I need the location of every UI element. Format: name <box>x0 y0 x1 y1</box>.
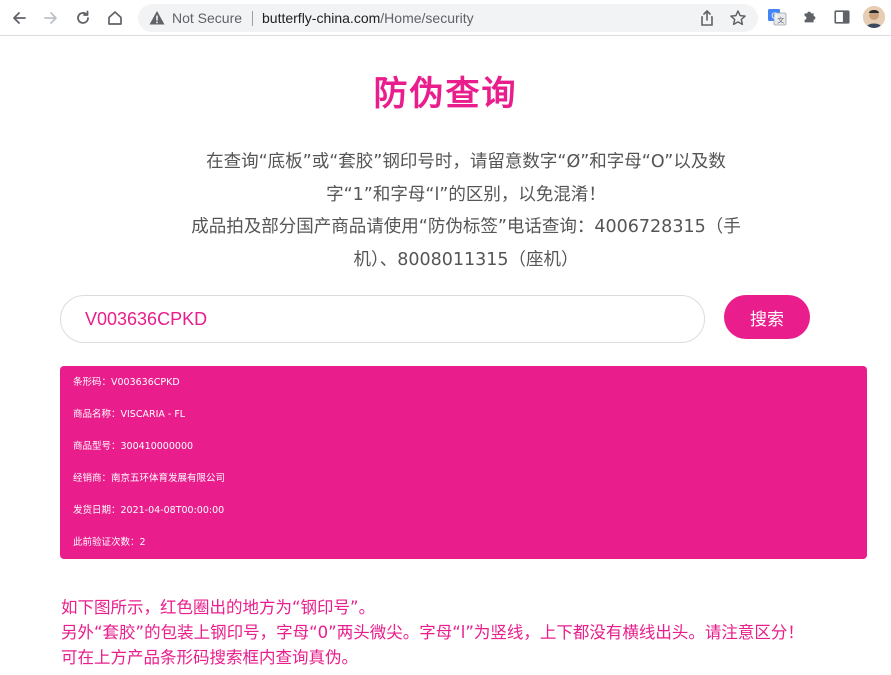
back-button[interactable] <box>6 6 32 30</box>
reload-icon <box>77 10 89 24</box>
footer-line: 如下图所示，红色圈出的地方为“钢印号”。 <box>61 598 376 617</box>
notice-line: 机）、8008011315（座机） <box>353 249 579 270</box>
arrow-right-icon <box>44 12 57 24</box>
result-dealer: 经销商：南京五环体育发展有限公司 <box>73 473 226 484</box>
profile-avatar[interactable] <box>863 6 885 28</box>
url-text[interactable]: butterfly-china.com/Home/security <box>262 10 474 26</box>
footer-note: 如下图所示，红色圈出的地方为“钢印号”。 另外“套胶”的包装上钢印号，字母“0”… <box>61 595 871 670</box>
extensions-button[interactable] <box>800 7 820 27</box>
result-barcode: 条形码：V003636CPKD <box>73 377 180 388</box>
address-bar[interactable]: Not Secure butterfly-china.com/Home/secu… <box>138 4 758 32</box>
result-verify-count: 此前验证次数：2 <box>73 537 146 548</box>
warning-icon[interactable] <box>148 9 166 27</box>
url-host: butterfly-china.com <box>262 10 381 26</box>
share-icon[interactable] <box>698 9 716 27</box>
notice-text: 在查询“底板”或“套胶”钢印号时，请留意数字“Ø”和字母“O”以及数 字“1”和… <box>188 146 744 276</box>
result-ship-date: 发货日期：2021-04-08T00:00:00 <box>73 505 225 516</box>
footer-line: 另外“套胶”的包装上钢印号，字母“0”两头微尖。字母“l”为竖线，上下都没有横线… <box>61 623 804 642</box>
page-title: 防伪查询 <box>373 74 518 114</box>
home-icon <box>108 11 122 25</box>
avatar-icon <box>863 6 885 28</box>
reload-button[interactable] <box>70 6 96 30</box>
puzzle-icon <box>804 11 816 23</box>
side-panel-button[interactable] <box>832 7 852 27</box>
arrow-left-icon <box>13 12 26 24</box>
url-path: /Home/security <box>380 10 474 26</box>
result-product-model: 商品型号：300410000000 <box>73 441 194 452</box>
barcode-search-input[interactable] <box>60 295 705 343</box>
security-label[interactable]: Not Secure <box>172 10 242 26</box>
footer-line: 可在上方产品条形码搜索框内查询真伪。 <box>61 648 358 667</box>
home-button[interactable] <box>102 6 128 30</box>
forward-button[interactable] <box>38 6 64 30</box>
result-panel: 条形码：V003636CPKD 商品名称：VISCARIA - FL 商品型号：… <box>60 366 867 559</box>
notice-line: 在查询“底板”或“套胶”钢印号时，请留意数字“Ø”和字母“O”以及数 <box>206 152 726 172</box>
notice-line: 成品拍及部分国产商品请使用“防伪标签”电话查询：4006728315（手 <box>191 217 741 237</box>
side-panel-icon <box>834 10 850 24</box>
search-button[interactable]: 搜索 <box>724 295 810 339</box>
translate-extension-button[interactable]: G文 <box>767 7 787 27</box>
notice-line: 字“1”和字母“l”的区别，以免混淆！ <box>326 184 606 205</box>
translate-icon: G文 <box>768 9 787 26</box>
svg-text:文: 文 <box>777 16 784 25</box>
browser-toolbar: Not Secure butterfly-china.com/Home/secu… <box>0 0 891 36</box>
bookmark-star-icon[interactable] <box>729 9 747 27</box>
omnibox-divider <box>252 11 253 26</box>
result-product-name: 商品名称：VISCARIA - FL <box>73 409 186 420</box>
